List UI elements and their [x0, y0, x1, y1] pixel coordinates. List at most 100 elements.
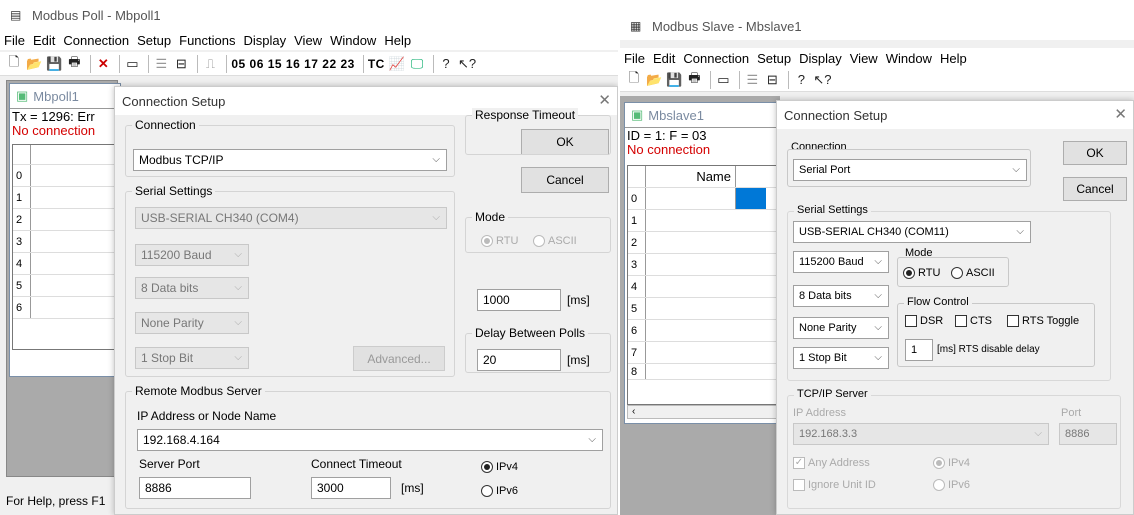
- poll-connect-timeout-input[interactable]: 3000: [311, 477, 391, 499]
- read-write-icon[interactable]: ☰: [153, 55, 169, 73]
- slave-dsr-checkbox[interactable]: DSR: [905, 315, 943, 327]
- context-help-icon[interactable]: ↖?: [458, 55, 476, 73]
- slave-cts-checkbox[interactable]: CTS: [955, 315, 992, 327]
- table-row[interactable]: 0: [13, 165, 119, 187]
- help-icon[interactable]: ?: [438, 55, 454, 73]
- mbpoll1-child-window[interactable]: ▣ Mbpoll1 Tx = 1296: Err No connection 0…: [9, 83, 121, 377]
- save-icon[interactable]: 💾: [46, 55, 62, 73]
- poll-menu-functions[interactable]: Functions: [179, 33, 241, 48]
- scroll-left-icon[interactable]: ‹: [632, 406, 635, 417]
- table-row[interactable]: 6: [13, 297, 119, 319]
- slave-cancel-button[interactable]: Cancel: [1063, 177, 1127, 201]
- poll-menu-setup[interactable]: Setup: [137, 33, 177, 48]
- poll-menu-connection[interactable]: Connection: [63, 33, 135, 48]
- poll-ipv4-radio[interactable]: IPv4: [481, 461, 518, 473]
- poll-stop-bit-select[interactable]: 1 Stop Bit ⌵: [135, 347, 249, 369]
- print-icon[interactable]: 🖶: [686, 70, 702, 89]
- open-folder-icon[interactable]: 📂: [646, 71, 662, 89]
- poll-menu-window[interactable]: Window: [330, 33, 382, 48]
- poll-server-port-input[interactable]: 8886: [139, 477, 251, 499]
- poll-menu-display[interactable]: Display: [244, 33, 293, 48]
- traffic-button[interactable]: TC: [368, 57, 385, 71]
- poll-cancel-button[interactable]: Cancel: [521, 167, 609, 193]
- table-row[interactable]: 2: [13, 209, 119, 231]
- slave-ascii-radio[interactable]: ASCII: [951, 267, 995, 279]
- slave-rts-delay-input[interactable]: 1: [905, 339, 933, 361]
- table-row[interactable]: 1: [628, 210, 778, 232]
- table-row[interactable]: 7: [628, 342, 778, 364]
- table-row[interactable]: 5: [628, 298, 778, 320]
- slave-connection-select[interactable]: Serial Port ⌵: [793, 159, 1027, 181]
- slave-rts-toggle-checkbox[interactable]: RTS Toggle: [1007, 315, 1079, 327]
- new-file-icon[interactable]: 🗋: [6, 54, 22, 73]
- pulse-icon[interactable]: ⎍: [202, 55, 218, 73]
- table-row[interactable]: 6: [628, 320, 778, 342]
- poll-advanced-button[interactable]: Advanced...: [353, 346, 445, 371]
- slave-baud-select[interactable]: 115200 Baud ⌵: [793, 251, 889, 273]
- poll-ip-address-input[interactable]: 192.168.4.164 ⌵: [137, 429, 603, 451]
- window-icon[interactable]: ▭: [124, 55, 140, 73]
- slave-data-bits-select[interactable]: 8 Data bits ⌵: [793, 285, 889, 307]
- save-icon[interactable]: 💾: [666, 71, 682, 89]
- context-help-icon[interactable]: ↖?: [813, 71, 831, 89]
- table-row[interactable]: 4: [628, 276, 778, 298]
- poll-data-bits-select[interactable]: 8 Data bits ⌵: [135, 277, 249, 299]
- slave-port-select[interactable]: USB-SERIAL CH340 (COM11) ⌵: [793, 221, 1031, 243]
- poll-menu-view[interactable]: View: [294, 33, 328, 48]
- poll-menu-help[interactable]: Help: [384, 33, 417, 48]
- read-write-device-icon[interactable]: ⊟: [764, 71, 780, 89]
- poll-ascii-radio[interactable]: ASCII: [533, 235, 577, 247]
- read-write-icon[interactable]: ☰: [744, 71, 760, 89]
- open-folder-icon[interactable]: 📂: [26, 55, 42, 73]
- poll-parity-select[interactable]: None Parity ⌵: [135, 312, 249, 334]
- poll-response-timeout-input[interactable]: 1000: [477, 289, 561, 311]
- selected-value-cell[interactable]: [736, 188, 766, 209]
- slave-ignore-unit-checkbox[interactable]: Ignore Unit ID: [793, 479, 876, 491]
- poll-rtu-radio[interactable]: RTU: [481, 235, 518, 247]
- disconnect-icon[interactable]: ✕: [95, 55, 111, 73]
- function-codes-buttons[interactable]: 05 06 15 16 17 22 23: [231, 57, 354, 71]
- poll-port-select[interactable]: USB-SERIAL CH340 (COM4) ⌵: [135, 207, 447, 229]
- table-row[interactable]: 3: [13, 231, 119, 253]
- table-row[interactable]: 3: [628, 254, 778, 276]
- slave-stop-bit-select[interactable]: 1 Stop Bit ⌵: [793, 347, 889, 369]
- horizontal-scrollbar[interactable]: ‹: [627, 405, 779, 419]
- slave-menu-window[interactable]: Window: [886, 51, 938, 66]
- slave-ok-button[interactable]: OK: [1063, 141, 1127, 165]
- read-write-device-icon[interactable]: ⊟: [173, 55, 189, 73]
- slave-menu-help[interactable]: Help: [940, 51, 973, 66]
- slave-menu-display[interactable]: Display: [799, 51, 848, 66]
- slave-ipv6-radio[interactable]: IPv6: [933, 479, 970, 491]
- slave-any-address-checkbox[interactable]: ✓ Any Address: [793, 457, 870, 469]
- table-row[interactable]: 8: [628, 364, 778, 380]
- print-icon[interactable]: 🖶: [66, 54, 82, 73]
- poll-menu-file[interactable]: File: [4, 33, 31, 48]
- table-row[interactable]: 5: [13, 275, 119, 297]
- help-icon[interactable]: ?: [793, 71, 809, 89]
- mbslave1-child-window[interactable]: ▣ Mbslave1 ID = 1: F = 03 No connection …: [624, 102, 780, 424]
- poll-baud-select[interactable]: 115200 Baud ⌵: [135, 244, 249, 266]
- slave-ip-address-select[interactable]: 192.168.3.3 ⌵: [793, 423, 1049, 445]
- slave-parity-select[interactable]: None Parity ⌵: [793, 317, 889, 339]
- slave-menu-setup[interactable]: Setup: [757, 51, 797, 66]
- table-row[interactable]: 1: [13, 187, 119, 209]
- slave-ipv4-radio[interactable]: IPv4: [933, 457, 970, 469]
- chart-icon[interactable]: 📈: [389, 55, 405, 73]
- new-file-icon[interactable]: 🗋: [626, 70, 642, 89]
- poll-ipv6-radio[interactable]: IPv6: [481, 485, 518, 497]
- slave-menu-file[interactable]: File: [624, 51, 651, 66]
- poll-menu-edit[interactable]: Edit: [33, 33, 61, 48]
- close-icon[interactable]: ✕: [598, 91, 611, 109]
- close-icon[interactable]: ✕: [1114, 105, 1127, 123]
- slave-menu-edit[interactable]: Edit: [653, 51, 681, 66]
- slave-menu-connection[interactable]: Connection: [683, 51, 755, 66]
- poll-connection-select[interactable]: Modbus TCP/IP ⌵: [133, 149, 447, 171]
- table-row[interactable]: 2: [628, 232, 778, 254]
- poll-delay-input[interactable]: 20: [477, 349, 561, 371]
- table-row[interactable]: 0: [628, 188, 778, 210]
- window-icon[interactable]: ▭: [715, 71, 731, 89]
- slave-rtu-radio[interactable]: RTU: [903, 267, 940, 279]
- name-cell[interactable]: [646, 188, 736, 209]
- monitor-icon[interactable]: 🖵: [409, 55, 425, 73]
- name-column-header[interactable]: Name: [646, 166, 736, 187]
